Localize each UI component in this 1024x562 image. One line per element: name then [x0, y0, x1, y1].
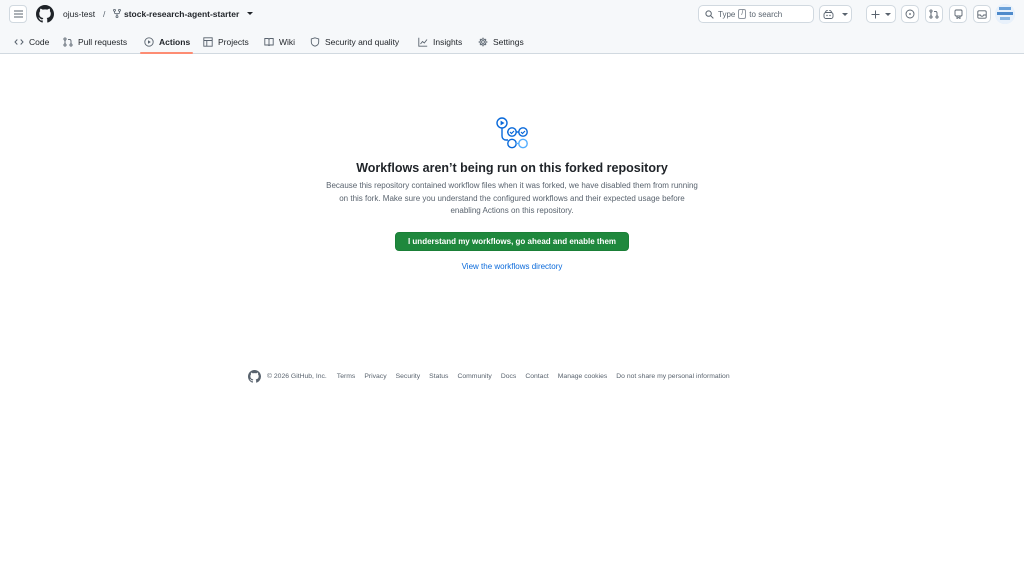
footer-link-status[interactable]: Status: [429, 373, 448, 380]
pull-requests-icon: [929, 9, 939, 19]
description: Because this repository contained workfl…: [307, 180, 717, 218]
search-prefix: Type: [718, 9, 736, 19]
copilot-button[interactable]: [819, 5, 852, 23]
footer-link-security[interactable]: Security: [396, 373, 421, 380]
breadcrumb-separator: /: [103, 9, 106, 19]
footer-copyright: © 2026 GitHub, Inc.: [267, 372, 327, 380]
pull-requests-button[interactable]: [925, 5, 943, 23]
tab-actions-label: Actions: [159, 37, 191, 47]
gear-icon: [478, 37, 488, 47]
footer-link-community[interactable]: Community: [457, 373, 491, 380]
tab-projects[interactable]: Projects: [203, 30, 249, 54]
footer-link-contact[interactable]: Contact: [525, 373, 548, 380]
tab-insights-label: Insights: [433, 37, 463, 47]
workflows-directory-link: View the workflows directory: [0, 262, 1024, 271]
description-line: Because this repository contained workfl…: [326, 181, 698, 190]
book-icon: [264, 38, 274, 47]
description-line: on this fork. Make sure you understand t…: [339, 193, 685, 203]
tab-actions[interactable]: Actions: [144, 30, 190, 54]
chevron-down-icon: [842, 12, 848, 16]
graph-icon: [418, 37, 428, 47]
shield-icon: [310, 37, 320, 47]
play-icon: [144, 37, 154, 47]
active-tab-indicator: [140, 52, 193, 54]
footer-link-privacy[interactable]: Privacy: [364, 373, 386, 380]
search-input[interactable]: Type / to search: [698, 5, 814, 23]
copilot-icon: [823, 9, 834, 19]
code-icon: [14, 39, 24, 45]
tab-settings-label: Settings: [493, 37, 524, 47]
footer-link-do-not-share[interactable]: Do not share my personal information: [616, 373, 729, 380]
avatar[interactable]: [995, 4, 1015, 24]
pull-request-icon: [63, 37, 73, 47]
tab-pull-requests[interactable]: Pull requests: [63, 30, 127, 54]
footer-link-terms[interactable]: Terms: [337, 373, 356, 380]
issues-icon: [905, 9, 915, 19]
menu-icon: [13, 10, 23, 18]
create-new-button[interactable]: [866, 5, 896, 23]
search-shortcut-key: /: [738, 9, 747, 19]
workflows-directory-link-text[interactable]: View the workflows directory: [462, 262, 563, 271]
tab-projects-label: Projects: [218, 37, 249, 47]
footer: © 2026 GitHub, Inc. Terms Privacy Securi…: [248, 369, 739, 383]
fork-icon: [113, 9, 121, 18]
inbox-icon: [977, 9, 987, 19]
page-title: Workflows aren’t being run on this forke…: [356, 161, 668, 175]
description-line: enabling Actions on this repository.: [450, 206, 574, 215]
notifications-button[interactable]: [949, 5, 967, 23]
tab-wiki[interactable]: Wiki: [264, 30, 295, 54]
inbox-button[interactable]: [973, 5, 991, 23]
repo-nav: Code Pull requests Actions Projects Wiki…: [0, 30, 1024, 54]
tab-security[interactable]: Security and quality: [310, 30, 399, 54]
search-suffix: to search: [749, 9, 783, 19]
tab-wiki-label: Wiki: [279, 37, 296, 47]
tab-pull-requests-label: Pull requests: [78, 37, 128, 47]
table-icon: [203, 37, 213, 47]
breadcrumb-owner[interactable]: ojus-test: [63, 9, 95, 19]
menu-button[interactable]: [9, 5, 27, 23]
footer-link-manage-cookies[interactable]: Manage cookies: [558, 373, 608, 380]
tab-code-label: Code: [29, 37, 50, 47]
search-icon: [705, 9, 714, 19]
tab-insights[interactable]: Insights: [418, 30, 462, 54]
plus-icon: [871, 10, 880, 18]
tab-code[interactable]: Code: [14, 30, 49, 54]
chevron-down-icon[interactable]: [247, 11, 253, 16]
github-logo-icon[interactable]: [36, 5, 54, 23]
workflow-icon: [496, 117, 528, 149]
chevron-down-icon: [885, 12, 891, 16]
footer-link-docs[interactable]: Docs: [501, 373, 517, 380]
app-header: ojus-test / stock-research-agent-starter…: [0, 0, 1024, 54]
notifications-icon: [954, 9, 962, 19]
issues-button[interactable]: [901, 5, 919, 23]
top-bar: ojus-test / stock-research-agent-starter…: [0, 0, 1024, 28]
breadcrumb-repo[interactable]: stock-research-agent-starter: [124, 9, 239, 19]
enable-workflows-button[interactable]: I understand my workflows, go ahead and …: [395, 232, 629, 251]
tab-security-label: Security and quality: [325, 37, 400, 47]
tab-settings[interactable]: Settings: [478, 30, 524, 54]
github-logo-icon[interactable]: [248, 369, 261, 383]
user-avatar-icon: [995, 4, 1015, 24]
